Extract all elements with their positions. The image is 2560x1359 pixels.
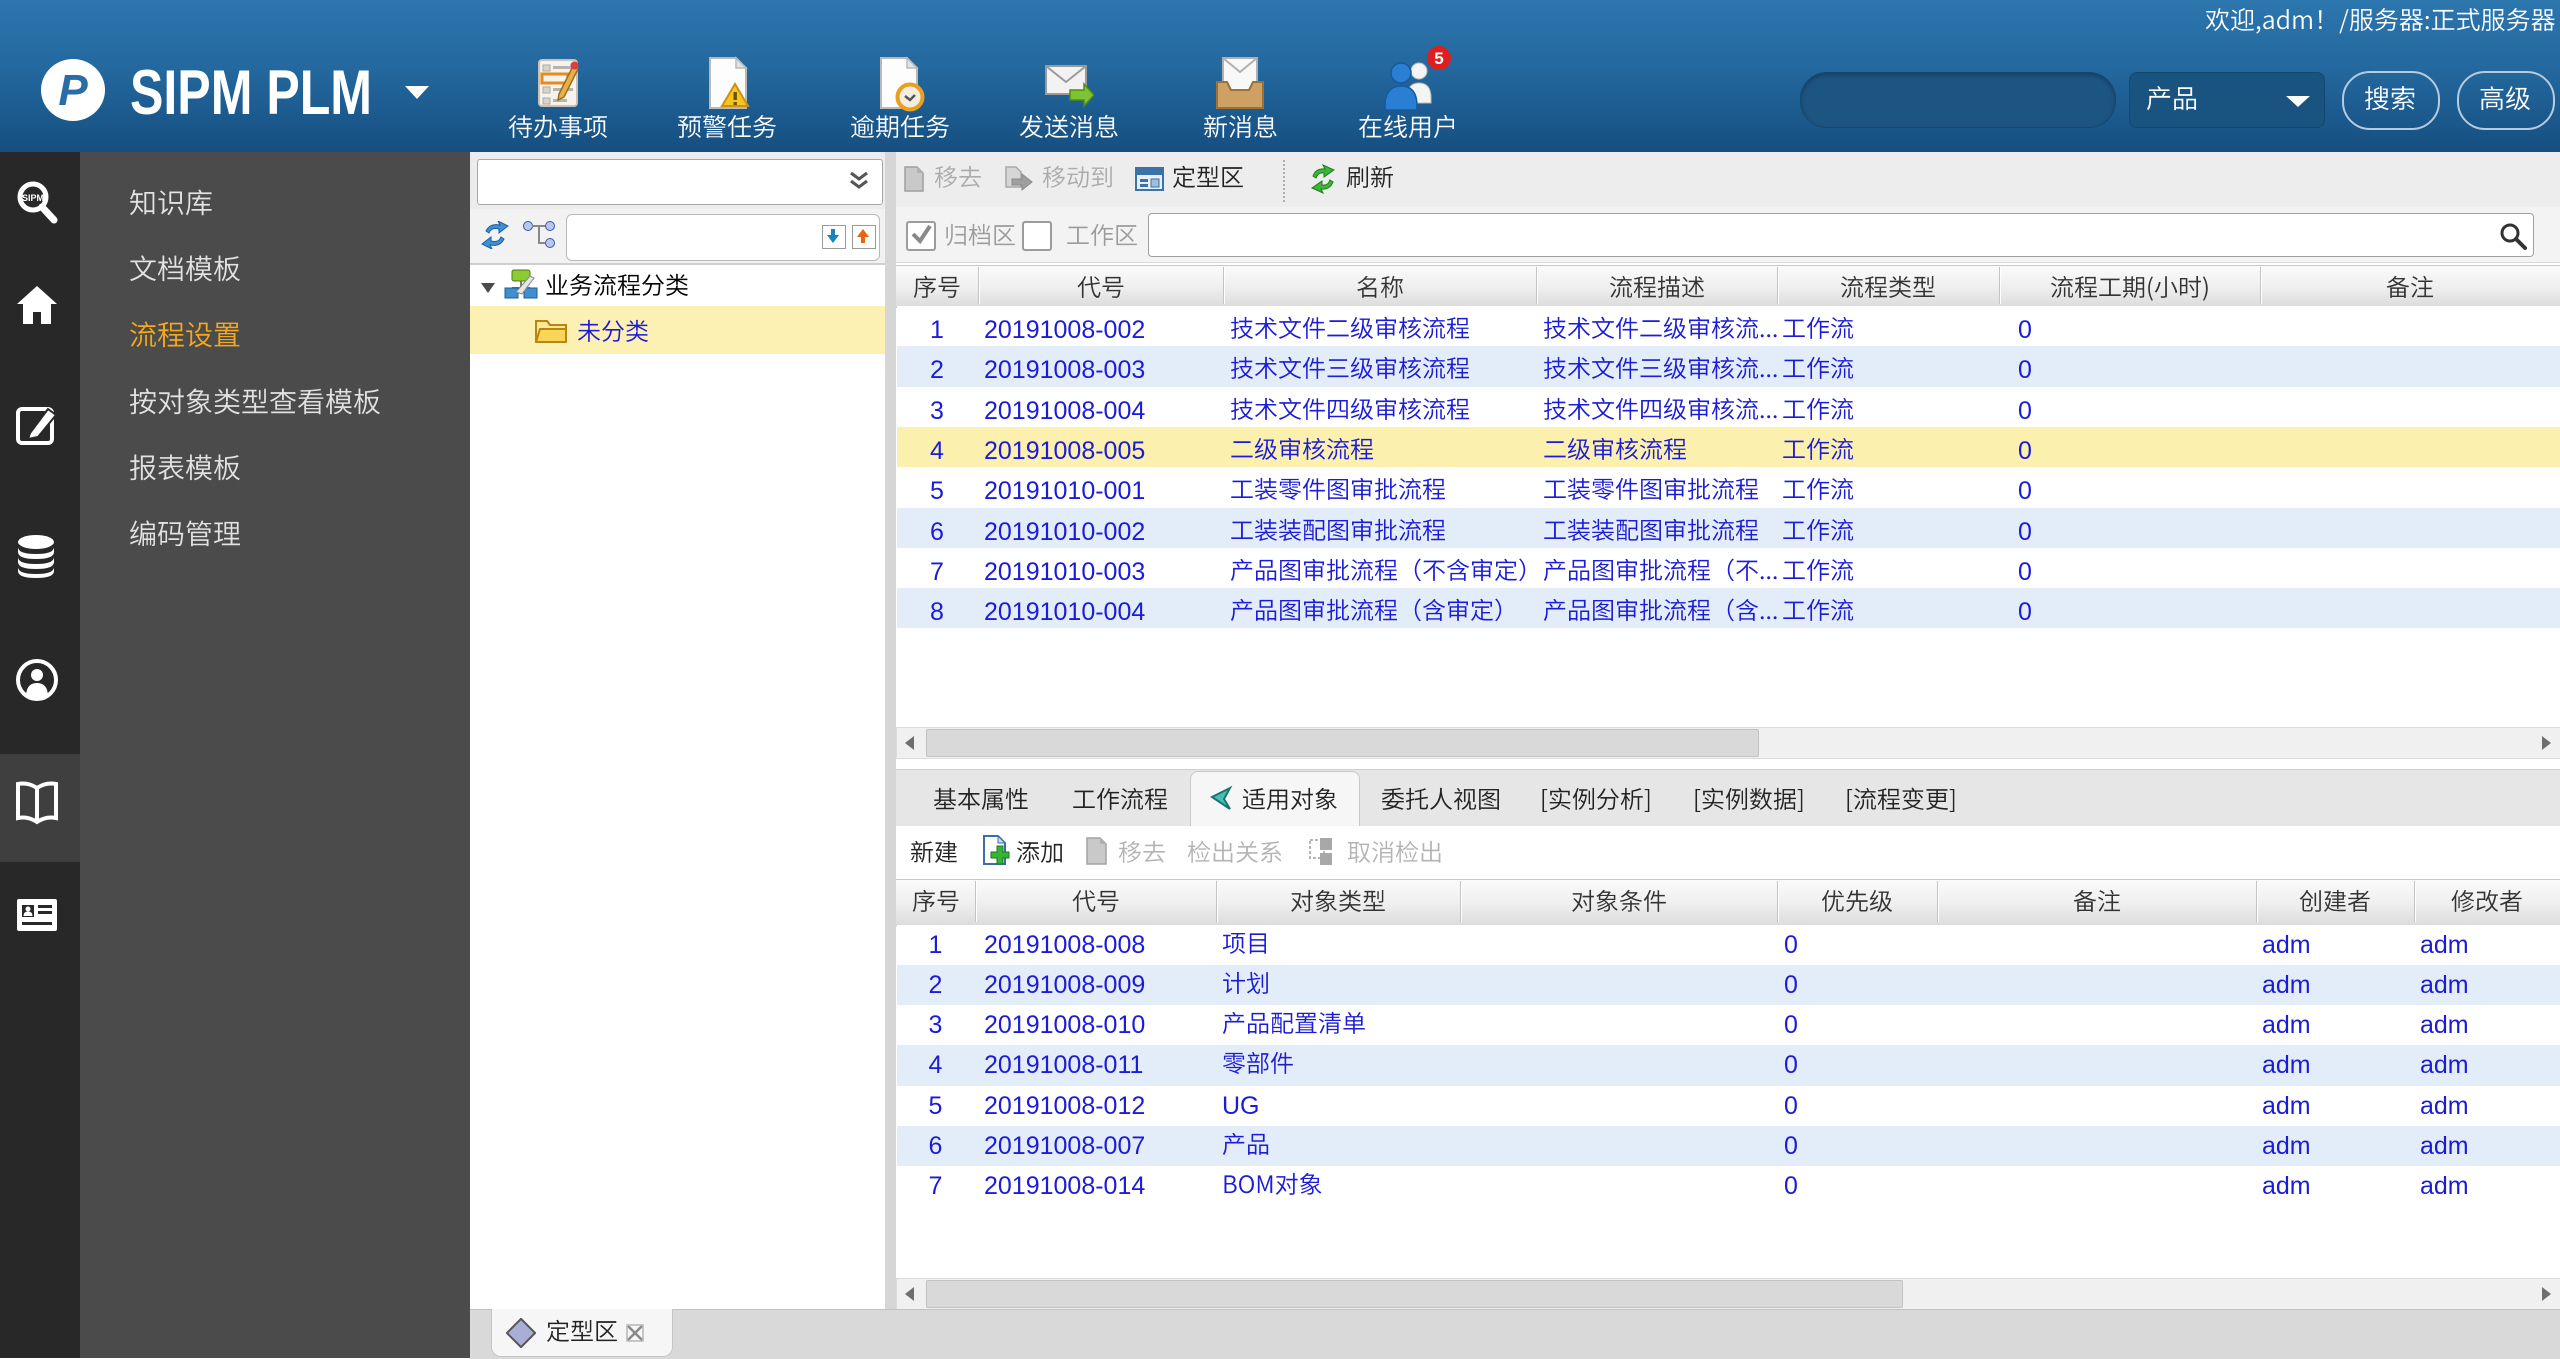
svg-text:5: 5 xyxy=(1434,49,1443,68)
svg-text:SIPM PLM: SIPM PLM xyxy=(130,58,372,125)
svg-text:P: P xyxy=(58,66,88,115)
svg-text:SIPM: SIPM xyxy=(22,193,44,203)
